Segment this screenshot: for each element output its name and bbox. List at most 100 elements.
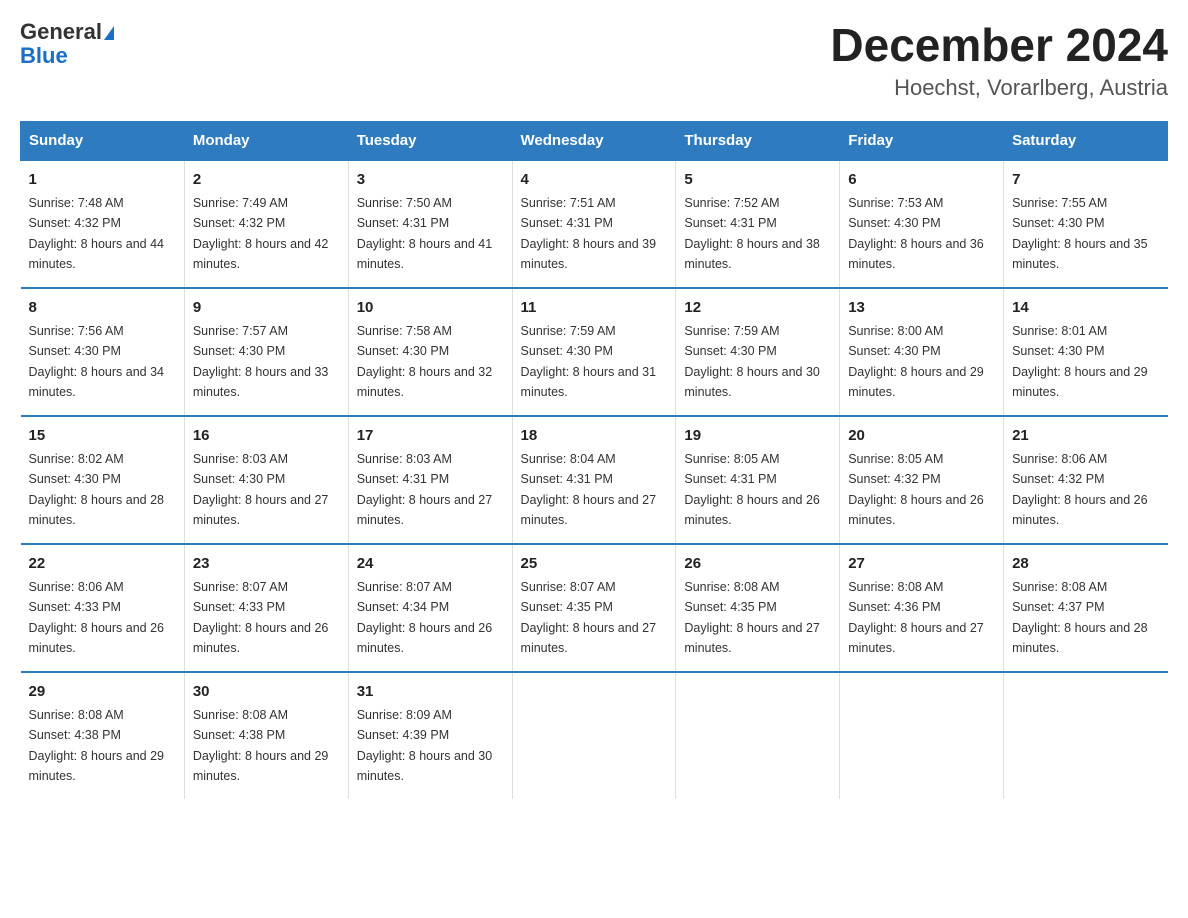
calendar-cell: 4 Sunrise: 7:51 AMSunset: 4:31 PMDaylight… <box>512 160 676 288</box>
day-number: 17 <box>357 425 504 448</box>
day-number: 6 <box>848 169 995 192</box>
day-info: Sunrise: 8:09 AMSunset: 4:39 PMDaylight:… <box>357 708 493 783</box>
calendar-week-5: 29 Sunrise: 8:08 AMSunset: 4:38 PMDayligh… <box>21 672 1168 799</box>
day-number: 26 <box>684 553 831 576</box>
day-info: Sunrise: 7:56 AMSunset: 4:30 PMDaylight:… <box>29 324 165 399</box>
day-number: 8 <box>29 297 176 320</box>
calendar-cell <box>676 672 840 799</box>
title-block: December 2024 Hoechst, Vorarlberg, Austr… <box>830 20 1168 101</box>
calendar-cell: 16 Sunrise: 8:03 AMSunset: 4:30 PMDayligh… <box>184 416 348 544</box>
day-number: 31 <box>357 681 504 704</box>
calendar-cell: 9Sunrise: 7:57 AMSunset: 4:30 PMDaylight… <box>184 288 348 416</box>
calendar-cell: 12 Sunrise: 7:59 AMSunset: 4:30 PMDayligh… <box>676 288 840 416</box>
calendar-cell: 10Sunrise: 7:58 AMSunset: 4:30 PMDayligh… <box>348 288 512 416</box>
calendar-cell <box>512 672 676 799</box>
day-info: Sunrise: 8:03 AMSunset: 4:30 PMDaylight:… <box>193 452 329 527</box>
calendar-cell: 6 Sunrise: 7:53 AMSunset: 4:30 PMDaylight… <box>840 160 1004 288</box>
day-info: Sunrise: 7:52 AMSunset: 4:31 PMDaylight:… <box>684 196 820 271</box>
logo-general: General <box>20 20 114 44</box>
calendar-cell: 27Sunrise: 8:08 AMSunset: 4:36 PMDayligh… <box>840 544 1004 672</box>
calendar-cell: 11 Sunrise: 7:59 AMSunset: 4:30 PMDayligh… <box>512 288 676 416</box>
day-info: Sunrise: 7:57 AMSunset: 4:30 PMDaylight:… <box>193 324 329 399</box>
day-number: 14 <box>1012 297 1159 320</box>
day-info: Sunrise: 7:51 AMSunset: 4:31 PMDaylight:… <box>521 196 657 271</box>
day-number: 4 <box>521 169 668 192</box>
day-info: Sunrise: 7:59 AMSunset: 4:30 PMDaylight:… <box>521 324 657 399</box>
day-number: 23 <box>193 553 340 576</box>
day-number: 12 <box>684 297 831 320</box>
calendar-cell <box>840 672 1004 799</box>
page-title: December 2024 <box>830 20 1168 71</box>
calendar-cell: 15 Sunrise: 8:02 AMSunset: 4:30 PMDayligh… <box>21 416 185 544</box>
calendar-week-4: 22Sunrise: 8:06 AMSunset: 4:33 PMDayligh… <box>21 544 1168 672</box>
day-info: Sunrise: 7:49 AMSunset: 4:32 PMDaylight:… <box>193 196 329 271</box>
day-number: 15 <box>29 425 176 448</box>
header-thursday: Thursday <box>676 121 840 160</box>
day-number: 20 <box>848 425 995 448</box>
day-number: 3 <box>357 169 504 192</box>
logo-triangle-icon <box>104 26 114 40</box>
header-saturday: Saturday <box>1004 121 1168 160</box>
calendar-cell: 2 Sunrise: 7:49 AMSunset: 4:32 PMDaylight… <box>184 160 348 288</box>
calendar-cell: 19 Sunrise: 8:05 AMSunset: 4:31 PMDayligh… <box>676 416 840 544</box>
day-number: 5 <box>684 169 831 192</box>
page-header: General Blue December 2024 Hoechst, Vora… <box>20 20 1168 101</box>
calendar-cell: 8 Sunrise: 7:56 AMSunset: 4:30 PMDaylight… <box>21 288 185 416</box>
calendar-cell: 28Sunrise: 8:08 AMSunset: 4:37 PMDayligh… <box>1004 544 1168 672</box>
day-number: 19 <box>684 425 831 448</box>
day-info: Sunrise: 8:05 AMSunset: 4:32 PMDaylight:… <box>848 452 984 527</box>
day-info: Sunrise: 7:48 AMSunset: 4:32 PMDaylight:… <box>29 196 165 271</box>
day-number: 7 <box>1012 169 1159 192</box>
calendar-cell: 31 Sunrise: 8:09 AMSunset: 4:39 PMDayligh… <box>348 672 512 799</box>
day-info: Sunrise: 7:53 AMSunset: 4:30 PMDaylight:… <box>848 196 984 271</box>
day-number: 11 <box>521 297 668 320</box>
calendar-cell: 29Sunrise: 8:08 AMSunset: 4:38 PMDayligh… <box>21 672 185 799</box>
calendar-week-3: 15 Sunrise: 8:02 AMSunset: 4:30 PMDayligh… <box>21 416 1168 544</box>
day-info: Sunrise: 7:58 AMSunset: 4:30 PMDaylight:… <box>357 324 493 399</box>
day-number: 29 <box>29 681 176 704</box>
day-info: Sunrise: 8:08 AMSunset: 4:35 PMDaylight:… <box>684 580 820 655</box>
day-number: 13 <box>848 297 995 320</box>
day-number: 24 <box>357 553 504 576</box>
calendar-cell: 20 Sunrise: 8:05 AMSunset: 4:32 PMDayligh… <box>840 416 1004 544</box>
day-info: Sunrise: 8:07 AMSunset: 4:35 PMDaylight:… <box>521 580 657 655</box>
day-number: 21 <box>1012 425 1159 448</box>
header-sunday: Sunday <box>21 121 185 160</box>
day-info: Sunrise: 8:06 AMSunset: 4:32 PMDaylight:… <box>1012 452 1148 527</box>
calendar-cell: 18Sunrise: 8:04 AMSunset: 4:31 PMDayligh… <box>512 416 676 544</box>
day-number: 2 <box>193 169 340 192</box>
day-info: Sunrise: 8:03 AMSunset: 4:31 PMDaylight:… <box>357 452 493 527</box>
calendar-cell: 23 Sunrise: 8:07 AMSunset: 4:33 PMDayligh… <box>184 544 348 672</box>
calendar-week-1: 1Sunrise: 7:48 AMSunset: 4:32 PMDaylight… <box>21 160 1168 288</box>
logo: General Blue <box>20 20 114 68</box>
header-monday: Monday <box>184 121 348 160</box>
day-number: 30 <box>193 681 340 704</box>
calendar-cell: 17 Sunrise: 8:03 AMSunset: 4:31 PMDayligh… <box>348 416 512 544</box>
calendar-cell: 25 Sunrise: 8:07 AMSunset: 4:35 PMDayligh… <box>512 544 676 672</box>
calendar-cell: 5 Sunrise: 7:52 AMSunset: 4:31 PMDaylight… <box>676 160 840 288</box>
calendar-cell: 7 Sunrise: 7:55 AMSunset: 4:30 PMDaylight… <box>1004 160 1168 288</box>
day-number: 16 <box>193 425 340 448</box>
day-info: Sunrise: 8:08 AMSunset: 4:36 PMDaylight:… <box>848 580 984 655</box>
calendar-cell: 26 Sunrise: 8:08 AMSunset: 4:35 PMDayligh… <box>676 544 840 672</box>
calendar-cell: 22Sunrise: 8:06 AMSunset: 4:33 PMDayligh… <box>21 544 185 672</box>
calendar-table: SundayMondayTuesdayWednesdayThursdayFrid… <box>20 121 1168 799</box>
calendar-cell: 24 Sunrise: 8:07 AMSunset: 4:34 PMDayligh… <box>348 544 512 672</box>
calendar-header-row: SundayMondayTuesdayWednesdayThursdayFrid… <box>21 121 1168 160</box>
header-friday: Friday <box>840 121 1004 160</box>
calendar-cell: 13Sunrise: 8:00 AMSunset: 4:30 PMDayligh… <box>840 288 1004 416</box>
day-info: Sunrise: 8:05 AMSunset: 4:31 PMDaylight:… <box>684 452 820 527</box>
calendar-cell: 30 Sunrise: 8:08 AMSunset: 4:38 PMDayligh… <box>184 672 348 799</box>
day-info: Sunrise: 7:50 AMSunset: 4:31 PMDaylight:… <box>357 196 493 271</box>
day-info: Sunrise: 8:01 AMSunset: 4:30 PMDaylight:… <box>1012 324 1148 399</box>
day-info: Sunrise: 8:07 AMSunset: 4:34 PMDaylight:… <box>357 580 493 655</box>
logo-blue: Blue <box>20 44 114 68</box>
day-number: 25 <box>521 553 668 576</box>
day-info: Sunrise: 8:07 AMSunset: 4:33 PMDaylight:… <box>193 580 329 655</box>
calendar-cell: 1Sunrise: 7:48 AMSunset: 4:32 PMDaylight… <box>21 160 185 288</box>
day-info: Sunrise: 8:02 AMSunset: 4:30 PMDaylight:… <box>29 452 165 527</box>
day-info: Sunrise: 7:55 AMSunset: 4:30 PMDaylight:… <box>1012 196 1148 271</box>
day-info: Sunrise: 8:06 AMSunset: 4:33 PMDaylight:… <box>29 580 165 655</box>
day-info: Sunrise: 7:59 AMSunset: 4:30 PMDaylight:… <box>684 324 820 399</box>
day-info: Sunrise: 8:08 AMSunset: 4:38 PMDaylight:… <box>193 708 329 783</box>
